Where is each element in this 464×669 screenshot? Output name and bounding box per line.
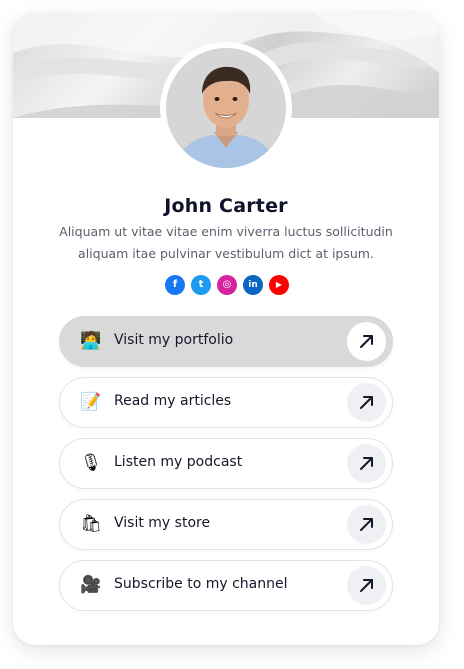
profile-card: John Carter Aliquam ut vitae vitae enim … bbox=[13, 13, 439, 645]
link-label: Visit my portfolio bbox=[114, 332, 234, 348]
link-listen-podcast[interactable]: 🎙 Listen my podcast bbox=[59, 438, 393, 489]
link-subscribe-channel[interactable]: 🎥 Subscribe to my channel bbox=[59, 560, 393, 611]
microphone-icon: 🎙 bbox=[80, 453, 102, 473]
bio-line-2: aliquam itae pulvinar vestibulum dict at… bbox=[78, 246, 374, 261]
technologist-icon: 🧑‍💻 bbox=[80, 331, 102, 351]
memo-icon: 📝 bbox=[80, 392, 102, 412]
facebook-icon[interactable]: f bbox=[165, 275, 185, 295]
arrow-up-right-icon[interactable] bbox=[347, 444, 386, 483]
shopping-bags-icon: 🛍 bbox=[80, 514, 102, 534]
arrow-up-right-icon[interactable] bbox=[347, 505, 386, 544]
avatar-portrait bbox=[166, 48, 286, 168]
link-label: Subscribe to my channel bbox=[114, 576, 288, 592]
link-read-articles[interactable]: 📝 Read my articles bbox=[59, 377, 393, 428]
profile-bio: Aliquam ut vitae vitae enim viverra luct… bbox=[43, 221, 409, 265]
link-visit-portfolio[interactable]: 🧑‍💻 Visit my portfolio bbox=[59, 316, 393, 367]
instagram-icon[interactable]: ◎ bbox=[217, 275, 237, 295]
link-visit-store[interactable]: 🛍 Visit my store bbox=[59, 499, 393, 550]
link-label: Visit my store bbox=[114, 515, 211, 531]
linkedin-icon[interactable]: in bbox=[243, 275, 263, 295]
profile-name: John Carter bbox=[164, 195, 288, 217]
social-icons: f t ◎ in ▶ bbox=[165, 275, 289, 295]
bio-line-1: Aliquam ut vitae vitae enim viverra luct… bbox=[59, 224, 393, 239]
movie-camera-icon: 🎥 bbox=[80, 575, 102, 595]
youtube-icon[interactable]: ▶ bbox=[269, 275, 289, 295]
arrow-up-right-icon[interactable] bbox=[347, 322, 386, 361]
avatar-ring bbox=[160, 42, 292, 174]
twitter-icon[interactable]: t bbox=[191, 275, 211, 295]
link-label: Read my articles bbox=[114, 393, 232, 409]
arrow-up-right-icon[interactable] bbox=[347, 566, 386, 605]
link-label: Listen my podcast bbox=[114, 454, 243, 470]
avatar bbox=[166, 48, 286, 168]
arrow-up-right-icon[interactable] bbox=[347, 383, 386, 422]
